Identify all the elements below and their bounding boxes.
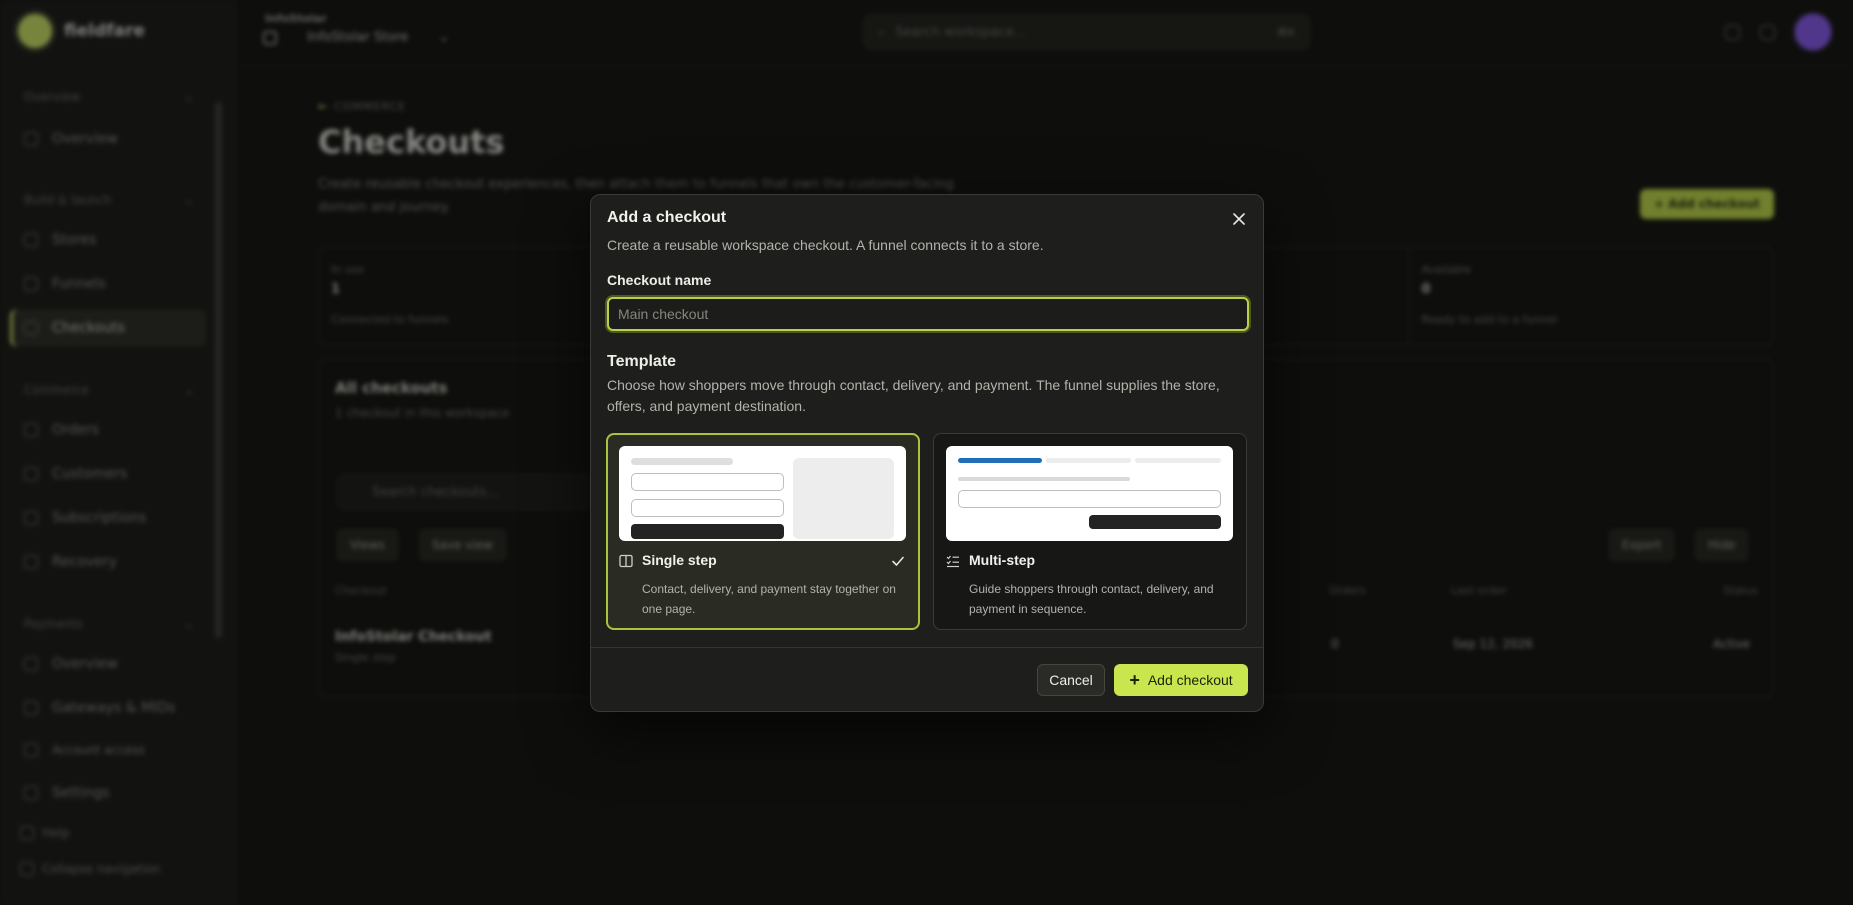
close-button[interactable] [1229, 209, 1249, 229]
multi-step-preview [946, 446, 1233, 541]
template-label: Multi-step [969, 552, 1036, 568]
checkout-name-input[interactable] [607, 297, 1249, 331]
dialog-divider [591, 647, 1263, 648]
columns-icon [619, 554, 633, 568]
add-checkout-button[interactable]: + Add checkout [1114, 664, 1248, 696]
template-label: Single step [642, 552, 717, 568]
template-multi-step[interactable]: Multi-step Guide shoppers through contac… [933, 433, 1247, 630]
add-checkout-dialog: Add a checkout Create a reusable workspa… [590, 194, 1264, 712]
template-single-step[interactable]: Single step Contact, delivery, and payme… [606, 433, 920, 630]
dialog-description: Create a reusable workspace checkout. A … [607, 237, 1044, 253]
template-description-text: Contact, delivery, and payment stay toge… [642, 582, 896, 616]
list-checks-icon [946, 555, 959, 568]
close-icon [1233, 213, 1245, 225]
cancel-button[interactable]: Cancel [1037, 664, 1105, 696]
template-description-text: Guide shoppers through contact, delivery… [969, 582, 1214, 616]
template-title: Template [607, 353, 677, 370]
dialog-title: Add a checkout [607, 209, 727, 226]
checkout-name-label: Checkout name [607, 272, 712, 288]
plus-icon: + [1129, 670, 1140, 690]
single-step-preview [619, 446, 906, 541]
template-description: Choose how shoppers move through contact… [607, 377, 1220, 414]
check-icon [892, 556, 904, 566]
